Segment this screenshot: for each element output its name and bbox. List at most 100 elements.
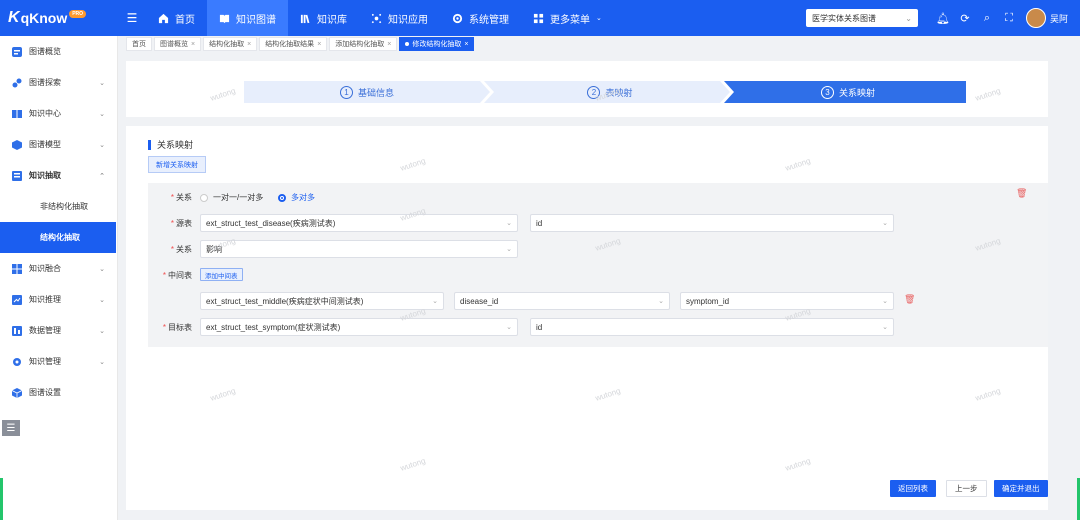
close-icon[interactable]: × — [317, 41, 321, 48]
source-field-select[interactable]: id ⌄ — [530, 214, 894, 232]
reasoning-icon — [12, 294, 22, 305]
sidebar-subitem-label: 结构化抽取 — [40, 233, 80, 242]
section-title: 关系映射 — [148, 140, 193, 150]
radio-circle — [200, 193, 208, 202]
select-value: symptom_id — [686, 296, 730, 306]
graph-select[interactable]: 医学实体关系图谱 ⌄ — [805, 9, 918, 27]
cube-icon — [12, 387, 22, 398]
middle-field-2-select[interactable]: symptom_id ⌄ — [680, 292, 894, 310]
step-number: 3 — [820, 85, 834, 99]
sidebar-item-graph-overview[interactable]: 图谱概览 — [0, 36, 117, 67]
chevron-down-icon: ⌄ — [99, 358, 105, 366]
sidebar-item-knowledge-fusion[interactable]: 知识融合 ⌄ — [0, 253, 117, 284]
sidebar-item-knowledge-center[interactable]: 知识中心 ⌄ — [0, 98, 117, 129]
chevron-down-icon: ⌄ — [882, 220, 888, 227]
nav-label: 知识图谱 — [236, 14, 276, 26]
sidebar-item-label: 图谱设置 — [29, 388, 61, 397]
radio-many-to-many[interactable]: 多对多 — [278, 192, 315, 203]
tab-extract-result[interactable]: 结构化抽取结果 × — [259, 37, 328, 51]
delete-middle-table-icon[interactable]: 🗑︎ — [904, 294, 915, 305]
chevron-down-icon: ⌄ — [882, 324, 888, 331]
sidebar-item-graph-explore[interactable]: 图谱探索 ⌄ — [0, 67, 117, 98]
close-icon[interactable]: × — [247, 41, 251, 48]
close-icon[interactable]: × — [464, 41, 468, 48]
nav-knowledge-app[interactable]: 知识应用 — [359, 0, 440, 36]
library-icon — [300, 14, 310, 23]
delete-mapping-icon[interactable]: 🗑︎ — [1016, 188, 1027, 199]
source-table-select[interactable]: ext_struct_test_disease(疾病测试表) ⌄ — [200, 214, 518, 232]
refresh-icon[interactable]: ⟳ — [954, 12, 976, 25]
sidebar-item-knowledge-extract[interactable]: 知识抽取 ⌃ — [0, 160, 117, 191]
avatar[interactable] — [1025, 8, 1046, 28]
middle-table-select[interactable]: ext_struct_test_middle(疾病症状中间测试表) ⌄ — [200, 292, 444, 310]
target-table-select[interactable]: ext_struct_test_symptom(症状测试表) ⌄ — [200, 318, 518, 336]
source-table-label: * 源表 — [170, 219, 192, 228]
sidebar-item-knowledge-management[interactable]: 知识管理 ⌄ — [0, 346, 117, 377]
add-middle-table-button[interactable]: 添加中间表 — [200, 268, 243, 281]
close-icon[interactable]: × — [387, 41, 391, 48]
relation-select[interactable]: 影响 ⌄ — [200, 240, 518, 258]
nav-system[interactable]: 系统管理 — [440, 0, 521, 36]
sidebar-item-graph-settings[interactable]: 图谱设置 — [0, 377, 117, 408]
chevron-down-icon: ⌄ — [432, 298, 438, 305]
nav-knowledge-graph[interactable]: 知识图谱 — [207, 0, 288, 36]
sidebar-item-graph-model[interactable]: 图谱模型 ⌄ — [0, 129, 117, 160]
tab-home[interactable]: 首页 — [126, 37, 152, 51]
chevron-down-icon: ⌄ — [506, 220, 512, 227]
bell-icon[interactable]: 🔔︎ — [932, 12, 954, 25]
graph-select-value: 医学实体关系图谱 — [811, 13, 876, 23]
nav-more[interactable]: 更多菜单 ⌄ — [521, 0, 614, 36]
main-panel: 关系映射 新增关系映射 🗑︎ * 关系 一对一/一对多 多对多 * 源表 ext_s… — [126, 126, 1048, 510]
explore-icon — [12, 78, 22, 87]
nav-label: 首页 — [175, 14, 195, 26]
top-header: K qKnow PRO ☰ 首页 知识图谱 知识库 知识应用 系统管理 更多菜单… — [0, 0, 1080, 36]
middle-field-1-select[interactable]: disease_id ⌄ — [454, 292, 670, 310]
sidebar: 图谱概览 图谱探索 ⌄ 知识中心 ⌄ 图谱模型 ⌄ 知识抽取 ⌃ 非结构化抽取 … — [0, 36, 118, 520]
sidebar-subitem-unstructured[interactable]: 非结构化抽取 — [0, 191, 117, 222]
sidebar-item-label: 知识抽取 — [29, 171, 61, 180]
tab-add-extract[interactable]: 添加结构化抽取 × — [329, 37, 398, 51]
tab-graph-overview[interactable]: 图谱概览 × — [154, 37, 202, 51]
tab-edit-extract[interactable]: 修改结构化抽取 × — [399, 37, 475, 51]
tab-structured-extract[interactable]: 结构化抽取 × — [203, 37, 258, 51]
steps-panel: 1 基础信息 2 表映射 3 关系映射 — [126, 61, 1048, 117]
prev-step-button[interactable]: 上一步 — [946, 480, 987, 497]
close-icon[interactable]: × — [191, 41, 195, 48]
sidebar-subitem-structured[interactable]: 结构化抽取 — [0, 222, 116, 253]
chevron-down-icon: ⌄ — [658, 298, 664, 305]
page-tabs: 首页 图谱概览 × 结构化抽取 × 结构化抽取结果 × 添加结构化抽取 × 修改结构化抽… — [126, 35, 475, 51]
nav-knowledge-base[interactable]: 知识库 — [288, 0, 359, 36]
nav-label: 更多菜单 — [550, 14, 590, 26]
nav-label: 知识应用 — [388, 14, 428, 26]
step-label: 基础信息 — [357, 87, 394, 98]
chevron-down-icon: ⌄ — [99, 79, 105, 87]
book-icon — [12, 109, 22, 118]
extract-icon — [12, 170, 22, 181]
sidebar-item-knowledge-reasoning[interactable]: 知识推理 ⌄ — [0, 284, 117, 315]
sidebar-item-data-management[interactable]: 数据管理 ⌄ — [0, 315, 117, 346]
confirm-exit-button[interactable]: 确定并退出 — [994, 480, 1048, 497]
search-icon[interactable]: ⌕ — [976, 12, 998, 25]
chevron-down-icon: ⌄ — [506, 246, 512, 253]
select-value: disease_id — [460, 296, 499, 306]
gear-icon — [13, 357, 21, 366]
step-relation-mapping[interactable]: 3 关系映射 — [730, 81, 966, 103]
nav-label: 系统管理 — [469, 14, 509, 26]
sidebar-collapse-icon[interactable]: ☰ — [2, 420, 20, 436]
app-logo[interactable]: K qKnow PRO — [0, 0, 118, 36]
add-relation-mapping-button[interactable]: 新增关系映射 — [148, 156, 206, 173]
nav-home[interactable]: 首页 — [146, 0, 207, 36]
tab-label: 添加结构化抽取 — [335, 41, 385, 48]
menu-toggle-icon[interactable]: ☰ — [118, 11, 146, 25]
step-basic-info[interactable]: 1 基础信息 — [244, 81, 490, 103]
book-icon — [219, 14, 230, 23]
select-value: 影响 — [206, 244, 222, 254]
radio-one-to-many[interactable]: 一对一/一对多 — [200, 192, 263, 203]
username[interactable]: 吴阿 — [1050, 12, 1068, 25]
select-value: ext_struct_test_middle(疾病症状中间测试表) — [206, 296, 364, 306]
fullscreen-icon[interactable]: ⛶ — [998, 12, 1020, 25]
radio-circle — [278, 193, 286, 202]
target-field-select[interactable]: id ⌄ — [530, 318, 894, 336]
step-table-mapping[interactable]: 2 表映射 — [490, 81, 730, 103]
back-to-list-button[interactable]: 返回列表 — [890, 480, 936, 497]
